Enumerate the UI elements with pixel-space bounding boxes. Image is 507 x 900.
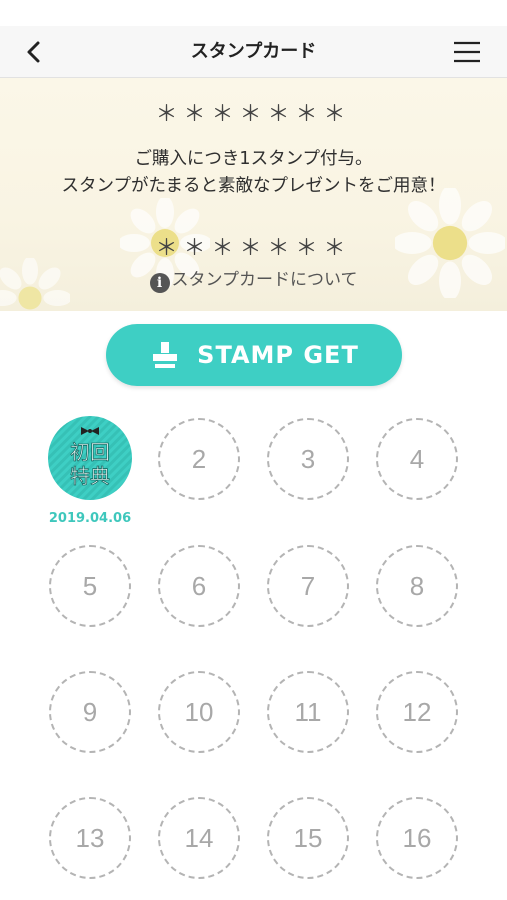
nav-bar: スタンプカード: [0, 26, 507, 78]
banner-stars-bottom: ＊＊＊＊＊＊＊: [155, 236, 352, 261]
stamp-slot: 15: [267, 797, 349, 879]
first-stamp-text-line2: 特典: [70, 464, 110, 488]
info-icon: i: [149, 273, 170, 293]
stamp-slot: 11: [267, 671, 349, 753]
status-area: [0, 0, 507, 26]
stamp-slot: 4: [376, 418, 458, 500]
stamp-slot: 2: [158, 418, 240, 500]
first-stamp-date: 2019.04.06: [48, 511, 132, 526]
stamp-slot: 5: [49, 545, 131, 627]
page-title: スタンプカード: [190, 41, 317, 62]
first-stamp-text-line1: 初回: [70, 440, 110, 464]
banner-desc-line2: スタンプがたまると素敵なプレゼントをご用意！: [61, 176, 446, 196]
stamp-slot: 8: [376, 545, 458, 627]
hamburger-menu-icon[interactable]: [453, 40, 481, 64]
banner-desc-line1: ご購入につき1スタンプ付与。: [134, 149, 373, 169]
stamp-slot: 10: [158, 671, 240, 753]
banner-stars-top: ＊＊＊＊＊＊＊: [155, 102, 352, 127]
stamp-slot: 3: [267, 418, 349, 500]
about-link-label: スタンプカードについて: [171, 270, 358, 290]
stamp-slot: 16: [376, 797, 458, 879]
stamp-slot: 14: [158, 797, 240, 879]
stamp-slot: 9: [49, 671, 131, 753]
stamp-icon: [153, 342, 178, 368]
stamp-slot: 7: [267, 545, 349, 627]
stamp-get-label: STAMP GET: [197, 341, 359, 369]
stamp-slot: 12: [376, 671, 458, 753]
first-bonus-stamp: 初回 特典: [48, 416, 132, 500]
stamp-slot: 6: [158, 545, 240, 627]
banner-description: ご購入につき1スタンプ付与。 スタンプがたまると素敵なプレゼントをご用意！: [0, 146, 507, 200]
about-stamp-card-link[interactable]: i スタンプカードについて: [0, 265, 507, 293]
stamp-slot: 13: [49, 797, 131, 879]
stamp-get-button[interactable]: STAMP GET: [106, 324, 402, 386]
info-banner: ＊＊＊＊＊＊＊ ご購入につき1スタンプ付与。 スタンプがたまると素敵なプレゼント…: [0, 78, 507, 311]
